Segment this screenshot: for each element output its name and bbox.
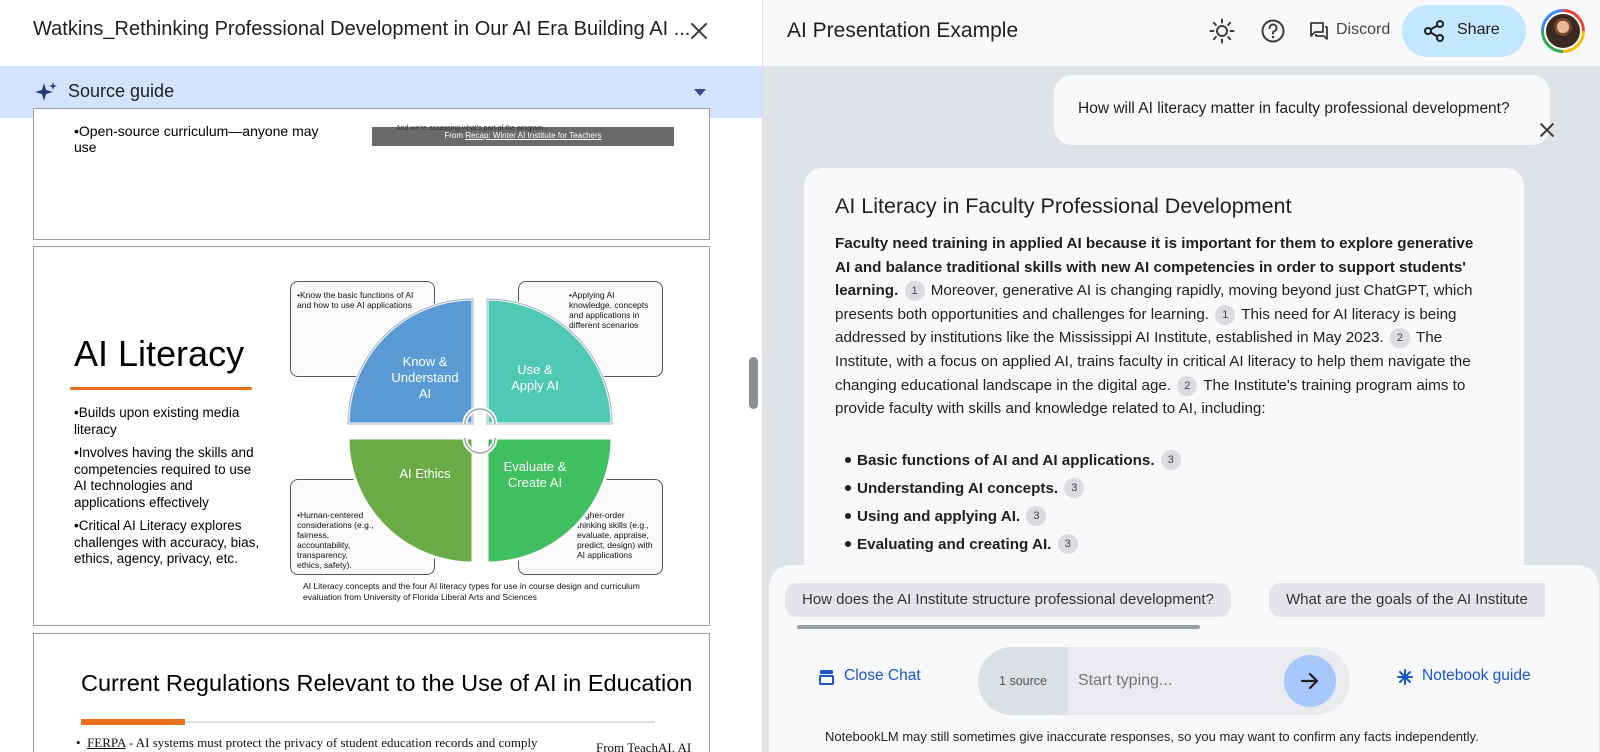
citation-badge[interactable]: 1: [904, 281, 925, 302]
caret-down-icon[interactable]: [694, 89, 706, 96]
bullet-dot: [845, 485, 851, 491]
list-item: Evaluating and creating AI. 3: [845, 530, 1485, 558]
citation-badge[interactable]: 2: [1177, 375, 1198, 396]
quadrant-label-use: Apply AI: [511, 378, 559, 393]
citation-badge[interactable]: 3: [1026, 506, 1047, 526]
notebook-title[interactable]: AI Presentation Example: [787, 19, 1018, 43]
chat-footer: How does the AI Institute structure prof…: [769, 565, 1599, 752]
list-item-text: Understanding AI concepts.: [857, 479, 1059, 497]
suggested-question-chip[interactable]: How does the AI Institute structure prof…: [785, 583, 1231, 617]
image-caption: From Recap: Winter AI Institute for Teac…: [372, 131, 674, 140]
citation-badge[interactable]: 3: [1064, 478, 1085, 498]
source-guide-label: Source guide: [68, 81, 175, 101]
chat-input[interactable]: [1068, 647, 1278, 715]
caption-link[interactable]: Recap: Winter AI Institute for Teachers: [465, 131, 601, 140]
notebook-guide-label: Notebook guide: [1422, 667, 1531, 684]
slide-regulations: Current Regulations Relevant to the Use …: [33, 633, 710, 752]
app-header: AI Presentation Example Discord Share: [763, 0, 1600, 66]
slide-bullet: •Open-source curriculum—anyone may use: [74, 123, 319, 155]
list-item-text: Evaluating and creating AI.: [857, 535, 1052, 553]
ferpa-link[interactable]: FERPA: [87, 735, 126, 750]
share-button[interactable]: Share: [1402, 5, 1526, 57]
chat-icon: [819, 670, 834, 685]
caption-prefix: From: [444, 131, 466, 140]
quadrant-label-evaluate: Evaluate &: [504, 459, 567, 474]
answer-list: Basic functions of AI and AI application…: [845, 446, 1485, 558]
close-answer-icon[interactable]: [1538, 121, 1556, 139]
slide-image-caption-bar: And we're assessing what's part of the p…: [372, 125, 674, 146]
slide-winter-institute: •Open-source curriculum—anyone may use A…: [33, 108, 710, 240]
literacy-quadrant-circle: Know & Understand AI Use & Apply AI AI E…: [346, 297, 614, 565]
bullet-dot: [845, 541, 851, 547]
cycle-arrows-icon: [462, 406, 498, 456]
user-avatar[interactable]: [1541, 9, 1585, 53]
slides-scroll-area[interactable]: •Open-source curriculum—anyone may use A…: [0, 108, 762, 752]
quadrant-label-know: Know &: [403, 354, 448, 369]
discord-icon[interactable]: [1308, 20, 1330, 42]
user-question-bubble: How will AI literacy matter in faculty p…: [1054, 75, 1550, 145]
list-item-text: Using and applying AI.: [857, 507, 1021, 525]
slide-title: AI Literacy: [74, 333, 245, 374]
close-chat-label: Close Chat: [844, 667, 921, 684]
avatar-photo: [1544, 12, 1582, 50]
share-label: Share: [1457, 21, 1500, 38]
share-icon: [1424, 20, 1444, 42]
source-viewer-header: Watkins_Rethinking Professional Developm…: [0, 0, 762, 66]
citation-badge[interactable]: 3: [1160, 450, 1181, 470]
answer-card: AI Literacy in Faculty Professional Deve…: [804, 168, 1524, 588]
slide-bullet: • FERPA - AI systems must protect the pr…: [76, 735, 538, 751]
sparkle-icon: [35, 82, 57, 101]
bullet-marker: •: [76, 735, 81, 750]
send-arrow-icon: [1300, 672, 1319, 690]
source-count-pill[interactable]: 1 source: [978, 647, 1068, 715]
source-document-title: Watkins_Rethinking Professional Developm…: [33, 18, 691, 40]
user-question-text: How will AI literacy matter in faculty p…: [1078, 100, 1510, 117]
title-rule: [185, 721, 655, 723]
title-underline: [70, 387, 252, 390]
answer-body: Faculty need training in applied AI beca…: [835, 232, 1485, 421]
title-underline: [81, 719, 185, 725]
resize-handle[interactable]: [749, 357, 758, 409]
chat-input-container: 1 source: [978, 647, 1350, 715]
close-source-icon[interactable]: [688, 20, 710, 42]
answer-title: AI Literacy in Faculty Professional Deve…: [835, 194, 1292, 218]
slide-bullets: •Builds upon existing media literacy •In…: [74, 405, 264, 575]
theme-toggle-icon[interactable]: [1209, 18, 1235, 44]
slide-bullet: •Critical AI Literacy explores challenge…: [74, 518, 260, 566]
disclaimer-text: NotebookLM may still sometimes give inac…: [825, 729, 1479, 744]
slide-title: Current Regulations Relevant to the Use …: [81, 670, 693, 696]
suggestions-scrollbar[interactable]: [797, 625, 1200, 629]
quadrant-label-use: Use &: [517, 362, 553, 377]
citation-badge[interactable]: 1: [1215, 304, 1236, 325]
citation-badge[interactable]: 3: [1057, 534, 1078, 554]
bullet-dot: [845, 513, 851, 519]
suggested-question-chip[interactable]: What are the goals of the AI Institute: [1269, 583, 1545, 617]
quadrant-label-evaluate: Create AI: [508, 475, 562, 490]
quadrant-label-ethics: AI Ethics: [399, 466, 451, 481]
bullet-text: - AI systems must protect the privacy of…: [125, 735, 538, 750]
list-item: Using and applying AI. 3: [845, 502, 1485, 530]
slide-bullet: •Builds upon existing media literacy: [74, 405, 240, 437]
list-item-text: Basic functions of AI and AI application…: [857, 451, 1155, 469]
send-button[interactable]: [1284, 655, 1336, 707]
list-item: Basic functions of AI and AI application…: [845, 446, 1485, 474]
discord-link[interactable]: Discord: [1336, 21, 1390, 39]
bullet-dot: [845, 457, 851, 463]
slide-bullet: •Involves having the skills and competen…: [74, 445, 254, 510]
ai-literacy-diagram: •Know the basic functions of AI and how …: [290, 281, 710, 611]
help-icon[interactable]: [1260, 18, 1286, 44]
asterisk-icon: [1397, 669, 1413, 685]
source-attribution: From TeachAI. AI: [596, 740, 692, 752]
list-item: Understanding AI concepts. 3: [845, 474, 1485, 502]
source-viewer-panel: Watkins_Rethinking Professional Developm…: [0, 0, 762, 752]
quadrant-label-know: AI: [419, 386, 431, 401]
diagram-caption: AI Literacy concepts and the four AI lit…: [303, 581, 640, 602]
chat-panel: AI Presentation Example Discord Share Ho…: [763, 0, 1600, 752]
slide-ai-literacy: AI Literacy •Builds upon existing media …: [33, 246, 710, 626]
citation-badge[interactable]: 2: [1389, 328, 1410, 349]
quadrant-label-know: Understand: [391, 370, 458, 385]
